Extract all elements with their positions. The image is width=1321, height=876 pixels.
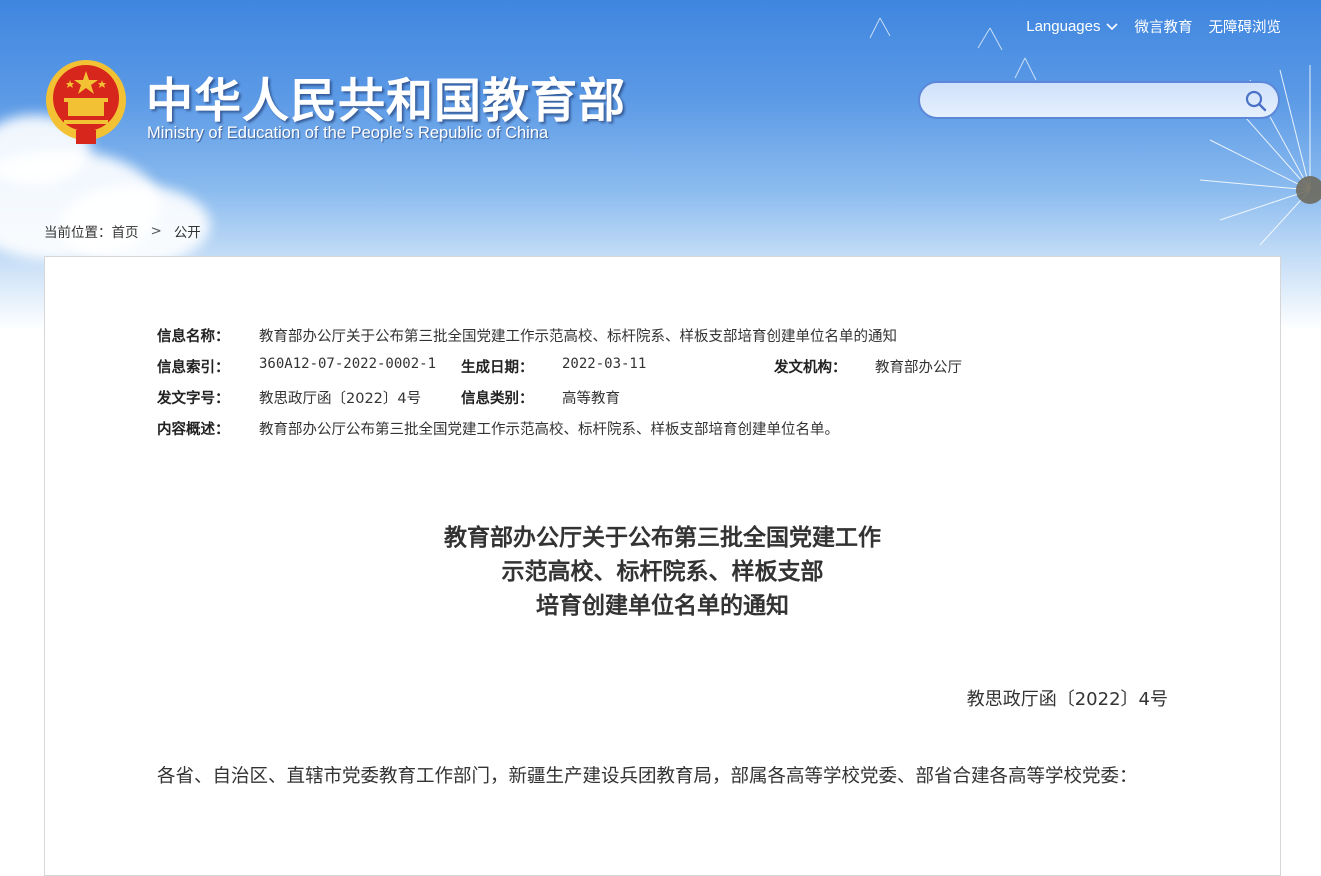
info-summary-label: 内容概述： (157, 422, 230, 438)
info-org-value: 教育部办公厅 (875, 360, 962, 376)
info-index-label: 信息索引： (157, 360, 230, 376)
info-name-value: 教育部办公厅关于公布第三批全国党建工作示范高校、标杆院系、样板支部培育创建单位名… (259, 329, 897, 345)
breadcrumb-home[interactable]: 首页 (112, 221, 139, 241)
national-emblem-icon (46, 60, 126, 144)
info-date-value: 2022-03-11 (562, 356, 647, 372)
article-body: 各省、自治区、直辖市党委教育工作部门，新疆生产建设兵团教育局，部属各高等学校党委… (157, 766, 1138, 787)
info-docno-value: 教思政厅函〔2022〕4号 (259, 391, 422, 407)
info-category-label: 信息类别： (461, 391, 534, 407)
site-title: 中华人民共和国教育部 (146, 74, 626, 129)
info-docno-label: 发文字号： (157, 391, 230, 407)
info-date-label: 生成日期： (461, 360, 534, 376)
search-icon[interactable] (1244, 89, 1268, 113)
dandelion-icon (869, 17, 1037, 81)
breadcrumb: 当前位置： 首页 > 公开 (44, 221, 201, 241)
site-subtitle: Ministry of Education of the People's Re… (147, 124, 549, 142)
info-category-value: 高等教育 (562, 391, 620, 407)
breadcrumb-separator: > (150, 223, 162, 239)
article-doc-number: 教思政厅函〔2022〕4号 (966, 689, 1168, 710)
article-title: 教育部办公厅关于公布第三批全国党建工作 示范高校、标杆院系、样板支部 培育创建单… (45, 521, 1280, 623)
article-title-line: 示范高校、标杆院系、样板支部 (501, 559, 824, 585)
breadcrumb-public[interactable]: 公开 (174, 221, 201, 241)
breadcrumb-prefix: 当前位置： (44, 225, 112, 241)
article-title-line: 培育创建单位名单的通知 (536, 593, 789, 619)
info-summary-value: 教育部办公厅公布第三批全国党建工作示范高校、标杆院系、样板支部培育创建单位名单。 (259, 422, 839, 438)
dandelion-icon (1199, 65, 1321, 246)
content-panel: 信息名称： 教育部办公厅关于公布第三批全国党建工作示范高校、标杆院系、样板支部培… (44, 256, 1281, 876)
languages-dropdown[interactable]: Languages (1026, 18, 1118, 35)
accessibility-link[interactable]: 无障碍浏览 (1209, 16, 1282, 37)
info-index-value: 360A12-07-2022-0002-1 (259, 356, 437, 372)
languages-label: Languages (1026, 18, 1101, 35)
chevron-down-icon (1105, 22, 1118, 30)
article-title-line: 教育部办公厅关于公布第三批全国党建工作 (444, 525, 881, 551)
info-name-label: 信息名称： (157, 329, 230, 345)
search-input[interactable] (934, 89, 1238, 113)
weiyan-jiaoyu-link[interactable]: 微言教育 (1135, 16, 1193, 37)
info-org-label: 发文机构： (774, 360, 847, 376)
top-links: Languages 微言教育 无障碍浏览 (1026, 16, 1281, 37)
search-box (918, 81, 1280, 119)
